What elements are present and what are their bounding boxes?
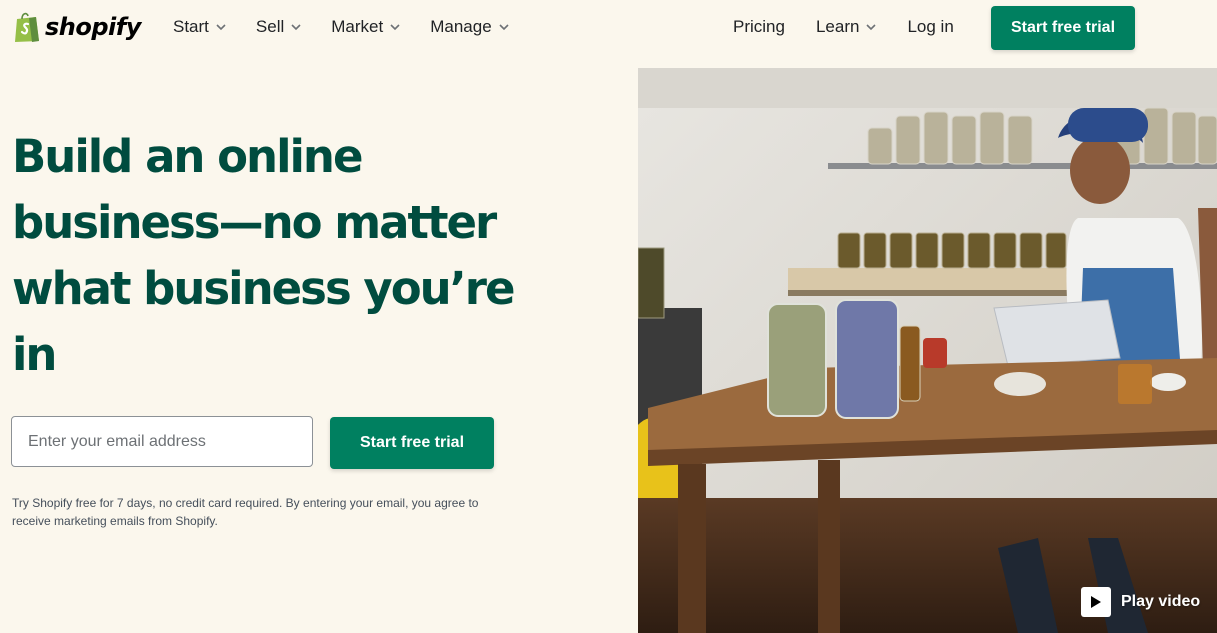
nav-item-label: Market <box>331 17 384 36</box>
pricing-link[interactable]: Pricing <box>733 17 785 37</box>
hero-photo <box>638 68 1217 633</box>
shopping-bag-icon <box>15 12 39 42</box>
email-input[interactable] <box>11 416 313 467</box>
play-video-button[interactable]: Play video <box>1081 587 1200 617</box>
hero-photo-illustration <box>638 68 1217 633</box>
nav-item-manage[interactable]: Manage <box>430 17 509 37</box>
nav-item-label: Manage <box>430 17 492 36</box>
nav-item-label: Sell <box>255 17 285 36</box>
chevron-down-icon <box>291 23 301 30</box>
header-start-free-trial-button[interactable]: Start free trial <box>991 6 1135 50</box>
chevron-down-icon <box>216 23 226 30</box>
play-video-label: Play video <box>1121 593 1201 610</box>
login-link[interactable]: Log in <box>907 17 953 37</box>
play-icon <box>1081 587 1111 617</box>
nav-item-label: Start <box>173 17 209 36</box>
site-header: shopify Start Sell Market Manage Pricing… <box>0 0 1217 56</box>
secondary-nav: Pricing Learn Log in <box>733 17 954 37</box>
nav-item-market[interactable]: Market <box>331 17 400 37</box>
main-nav: Start Sell Market Manage <box>173 17 539 37</box>
nav-item-sell[interactable]: Sell <box>256 17 301 37</box>
logo-wordmark: shopify <box>45 12 141 41</box>
hero-start-free-trial-button[interactable]: Start free trial <box>330 417 494 469</box>
shopify-logo[interactable]: shopify <box>12 10 141 43</box>
chevron-down-icon <box>866 23 877 30</box>
learn-label: Learn <box>815 17 860 36</box>
hero-title: Build an online business—no matter what … <box>12 130 516 381</box>
nav-item-start[interactable]: Start <box>173 17 226 37</box>
chevron-down-icon <box>390 23 400 30</box>
chevron-down-icon <box>499 23 509 30</box>
trial-disclaimer: Try Shopify free for 7 days, no credit c… <box>12 496 479 528</box>
learn-menu[interactable]: Learn <box>815 17 877 37</box>
